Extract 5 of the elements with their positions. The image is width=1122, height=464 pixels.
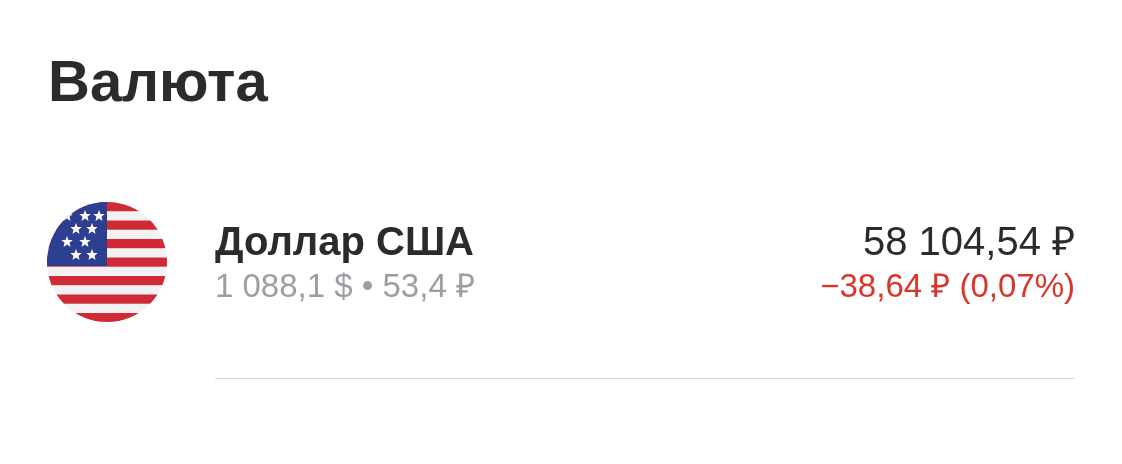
section-title: Валюта — [48, 52, 269, 110]
currency-name: Доллар США — [215, 217, 474, 265]
currency-details: 1 088,1 $ • 53,4 ₽ — [215, 265, 475, 306]
currency-value: 58 104,54 ₽ — [862, 217, 1075, 265]
currency-change: −38,64 ₽ (0,07%) — [820, 265, 1075, 306]
